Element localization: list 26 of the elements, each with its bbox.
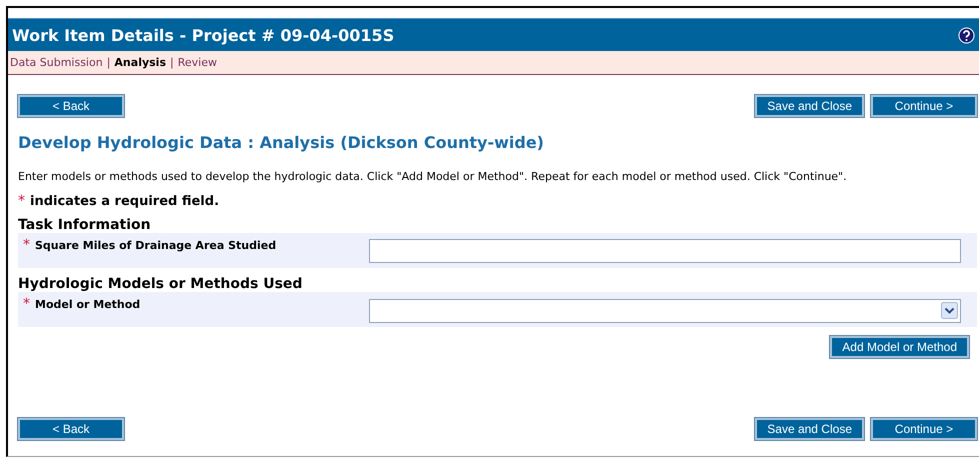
section-title: Task Information — [18, 217, 152, 233]
continue-button[interactable]: Continue > — [871, 95, 977, 117]
field-label: Square Miles of Drainage Area Studied — [35, 239, 276, 252]
continue-button[interactable]: Continue > — [871, 418, 977, 440]
save-close-button[interactable]: Save and Close — [755, 418, 864, 440]
help-icon[interactable] — [958, 26, 975, 44]
breadcrumb-link[interactable]: Analysis — [114, 56, 166, 69]
required-asterisk: * — [23, 237, 30, 253]
separator: | — [106, 56, 110, 69]
required-asterisk: * — [18, 193, 25, 209]
breadcrumb-link[interactable]: Data Submission — [10, 56, 103, 69]
add-model-button[interactable]: Add Model or Method — [830, 336, 969, 358]
required-note: indicates a required field. — [30, 194, 220, 209]
page-title: Work Item Details - Project # 09-04-0015S — [12, 26, 394, 44]
input-field[interactable] — [369, 238, 961, 262]
required-asterisk: * — [23, 296, 30, 312]
section-title: Hydrologic Models or Methods Used — [18, 276, 304, 292]
dropdown-field[interactable] — [369, 298, 961, 322]
save-close-button[interactable]: Save and Close — [755, 95, 864, 117]
back-button[interactable]: < Back — [18, 418, 124, 440]
back-button[interactable]: < Back — [18, 95, 124, 117]
page-heading: Develop Hydrologic Data : Analysis (Dickson County-wide) — [18, 133, 545, 152]
instructions-text: Enter models or methods used to develop the hydrologic data. Click "Add Model or Method". Repeat for each model or method used. Click "Continue". — [18, 170, 848, 183]
breadcrumb-link[interactable]: Review — [178, 56, 217, 69]
separator: | — [170, 56, 174, 69]
field-label: Model or Method — [35, 298, 140, 311]
